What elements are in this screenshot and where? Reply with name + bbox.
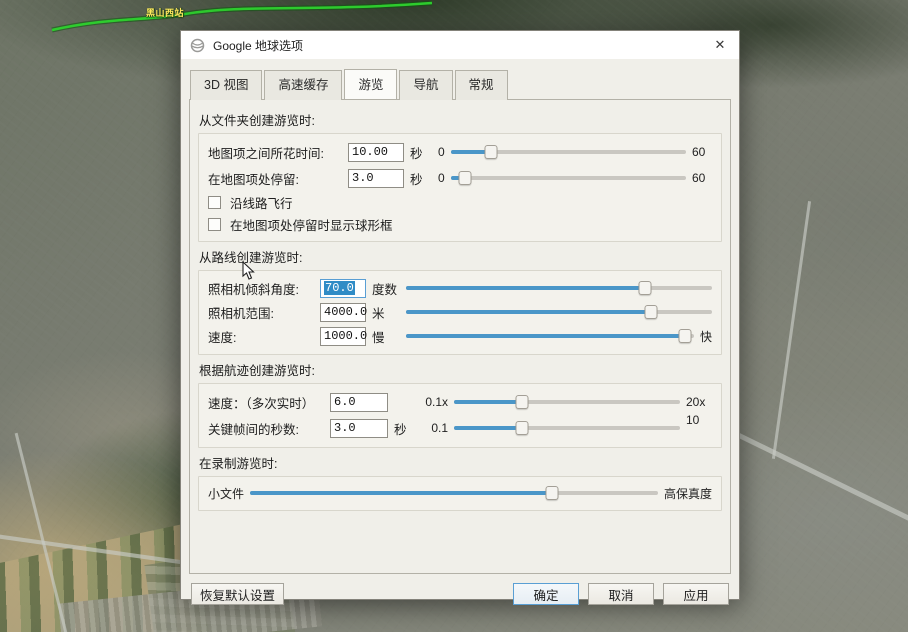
path-speed-slider[interactable] xyxy=(406,327,694,345)
camera-tilt-input[interactable]: 70.0 xyxy=(320,279,366,298)
slider-track xyxy=(451,176,686,180)
close-icon[interactable]: ✕ xyxy=(710,35,730,55)
mouse-cursor xyxy=(242,261,256,281)
track-speed-input[interactable]: 6.0 xyxy=(330,393,388,412)
fly-along-lines-checkbox[interactable] xyxy=(208,196,221,209)
time-between-features-input[interactable]: 10.00 xyxy=(348,143,404,162)
section-title-from-path: 从路线创建游览时: xyxy=(199,247,722,266)
apply-button[interactable]: 应用 xyxy=(663,583,729,605)
tab-cache[interactable]: 高速缓存 xyxy=(264,70,342,100)
wait-at-features-label: 在地图项处停留: xyxy=(208,169,342,188)
slider-track xyxy=(454,426,680,430)
small-file-label: 小文件 xyxy=(208,485,244,502)
time-between-features-label: 地图项之间所花时间: xyxy=(208,143,342,162)
tab-bar: 3D 视图 高速缓存 游览 导航 常规 xyxy=(181,59,739,99)
slider-min-label: 0 xyxy=(438,145,445,159)
show-balloon-checkbox[interactable] xyxy=(208,218,221,231)
slider-handle[interactable] xyxy=(638,281,651,295)
google-earth-options-dialog: Google 地球选项 ✕ 3D 视图 高速缓存 游览 导航 常规 从文件夹创建… xyxy=(180,30,740,600)
slider-max-label: 20x xyxy=(686,395,712,409)
track-speed-label: 速度：（多次实时） xyxy=(208,393,324,412)
map-placemark-label[interactable]: 黑山西站 xyxy=(146,6,184,19)
cancel-button[interactable]: 取消 xyxy=(588,583,654,605)
camera-range-label: 照相机范围: xyxy=(208,303,314,322)
section-title-from-folder: 从文件夹创建游览时: xyxy=(199,110,722,129)
keyframe-seconds-slider[interactable] xyxy=(454,419,680,437)
slider-track xyxy=(250,491,658,495)
slider-handle[interactable] xyxy=(679,329,692,343)
dialog-titlebar[interactable]: Google 地球选项 ✕ xyxy=(181,31,739,59)
slider-handle[interactable] xyxy=(458,171,471,185)
seconds-unit-label: 秒 xyxy=(410,143,432,162)
slider-handle[interactable] xyxy=(515,395,528,409)
dialog-title: Google 地球选项 xyxy=(213,37,303,54)
camera-range-input[interactable]: 4000.0 xyxy=(320,303,366,322)
restore-defaults-button[interactable]: 恢复默认设置 xyxy=(191,583,284,605)
wait-at-features-slider[interactable] xyxy=(451,169,686,187)
camera-range-slider[interactable] xyxy=(406,303,712,321)
slider-handle[interactable] xyxy=(545,486,558,500)
meters-unit-label: 米 xyxy=(372,303,400,322)
tab-touring[interactable]: 游览 xyxy=(344,69,397,99)
fly-along-lines-label: 沿线路飞行 xyxy=(230,193,293,212)
from-track-groupbox: 速度：（多次实时） 6.0 0.1x 20x 关键帧间的秒数: 3.0 xyxy=(198,383,722,448)
camera-tilt-slider[interactable] xyxy=(406,279,712,297)
dialog-button-row: 恢复默认设置 确定 取消 应用 xyxy=(181,574,739,605)
high-fidelity-label: 高保真度 xyxy=(664,485,712,502)
seconds-unit-label: 秒 xyxy=(410,169,432,188)
slider-max-label: 60 xyxy=(692,171,712,185)
slider-handle[interactable] xyxy=(515,421,528,435)
action-buttons: 确定 取消 应用 xyxy=(513,583,729,605)
slider-track xyxy=(454,400,680,404)
tab-general[interactable]: 常规 xyxy=(455,70,508,100)
section-title-recording: 在录制游览时: xyxy=(199,453,722,472)
from-folder-groupbox: 地图项之间所花时间: 10.00 秒 0 60 在地图项处停留: 3.0 xyxy=(198,133,722,242)
slider-track xyxy=(406,334,694,338)
slider-handle[interactable] xyxy=(484,145,497,159)
selected-text: 70.0 xyxy=(324,281,355,295)
path-speed-input[interactable]: 1000.0 xyxy=(320,327,366,346)
seconds-unit-label: 秒 xyxy=(394,419,412,438)
keyframe-seconds-input[interactable]: 3.0 xyxy=(330,419,388,438)
tab-navigation[interactable]: 导航 xyxy=(399,70,452,100)
recording-quality-slider[interactable] xyxy=(250,484,658,502)
slider-handle[interactable] xyxy=(644,305,657,319)
slider-max-label: 60 xyxy=(692,145,712,159)
slider-track xyxy=(406,286,712,290)
wait-at-features-input[interactable]: 3.0 xyxy=(348,169,404,188)
slider-track xyxy=(406,310,712,314)
recording-groupbox: 小文件 高保真度 xyxy=(198,476,722,511)
from-path-groupbox: 照相机倾斜角度: 70.0 度数 照相机范围: 4000.0 米 xyxy=(198,270,722,355)
ok-button[interactable]: 确定 xyxy=(513,583,579,605)
camera-tilt-label: 照相机倾斜角度: xyxy=(208,279,314,298)
slider-min-label: 0 xyxy=(438,171,445,185)
slider-min-label: 0.1x xyxy=(418,395,448,409)
fast-label: 快 xyxy=(700,328,712,345)
path-speed-label: 速度: xyxy=(208,327,314,346)
slider-min-label: 0.1 xyxy=(418,421,448,435)
slider-max-label: 10 xyxy=(686,413,712,427)
track-speed-slider[interactable] xyxy=(454,393,680,411)
google-earth-globe-icon xyxy=(190,38,205,53)
slow-label: 慢 xyxy=(372,327,400,346)
section-title-from-track: 根据航迹创建游览时: xyxy=(199,360,722,379)
tab-3d-view[interactable]: 3D 视图 xyxy=(190,70,262,100)
touring-tab-pane: 从文件夹创建游览时: 地图项之间所花时间: 10.00 秒 0 60 在地图项处… xyxy=(189,99,731,574)
degrees-unit-label: 度数 xyxy=(372,279,400,298)
keyframe-seconds-label: 关键帧间的秒数: xyxy=(208,419,324,438)
show-balloon-label: 在地图项处停留时显示球形框 xyxy=(230,215,393,234)
time-between-features-slider[interactable] xyxy=(451,143,686,161)
